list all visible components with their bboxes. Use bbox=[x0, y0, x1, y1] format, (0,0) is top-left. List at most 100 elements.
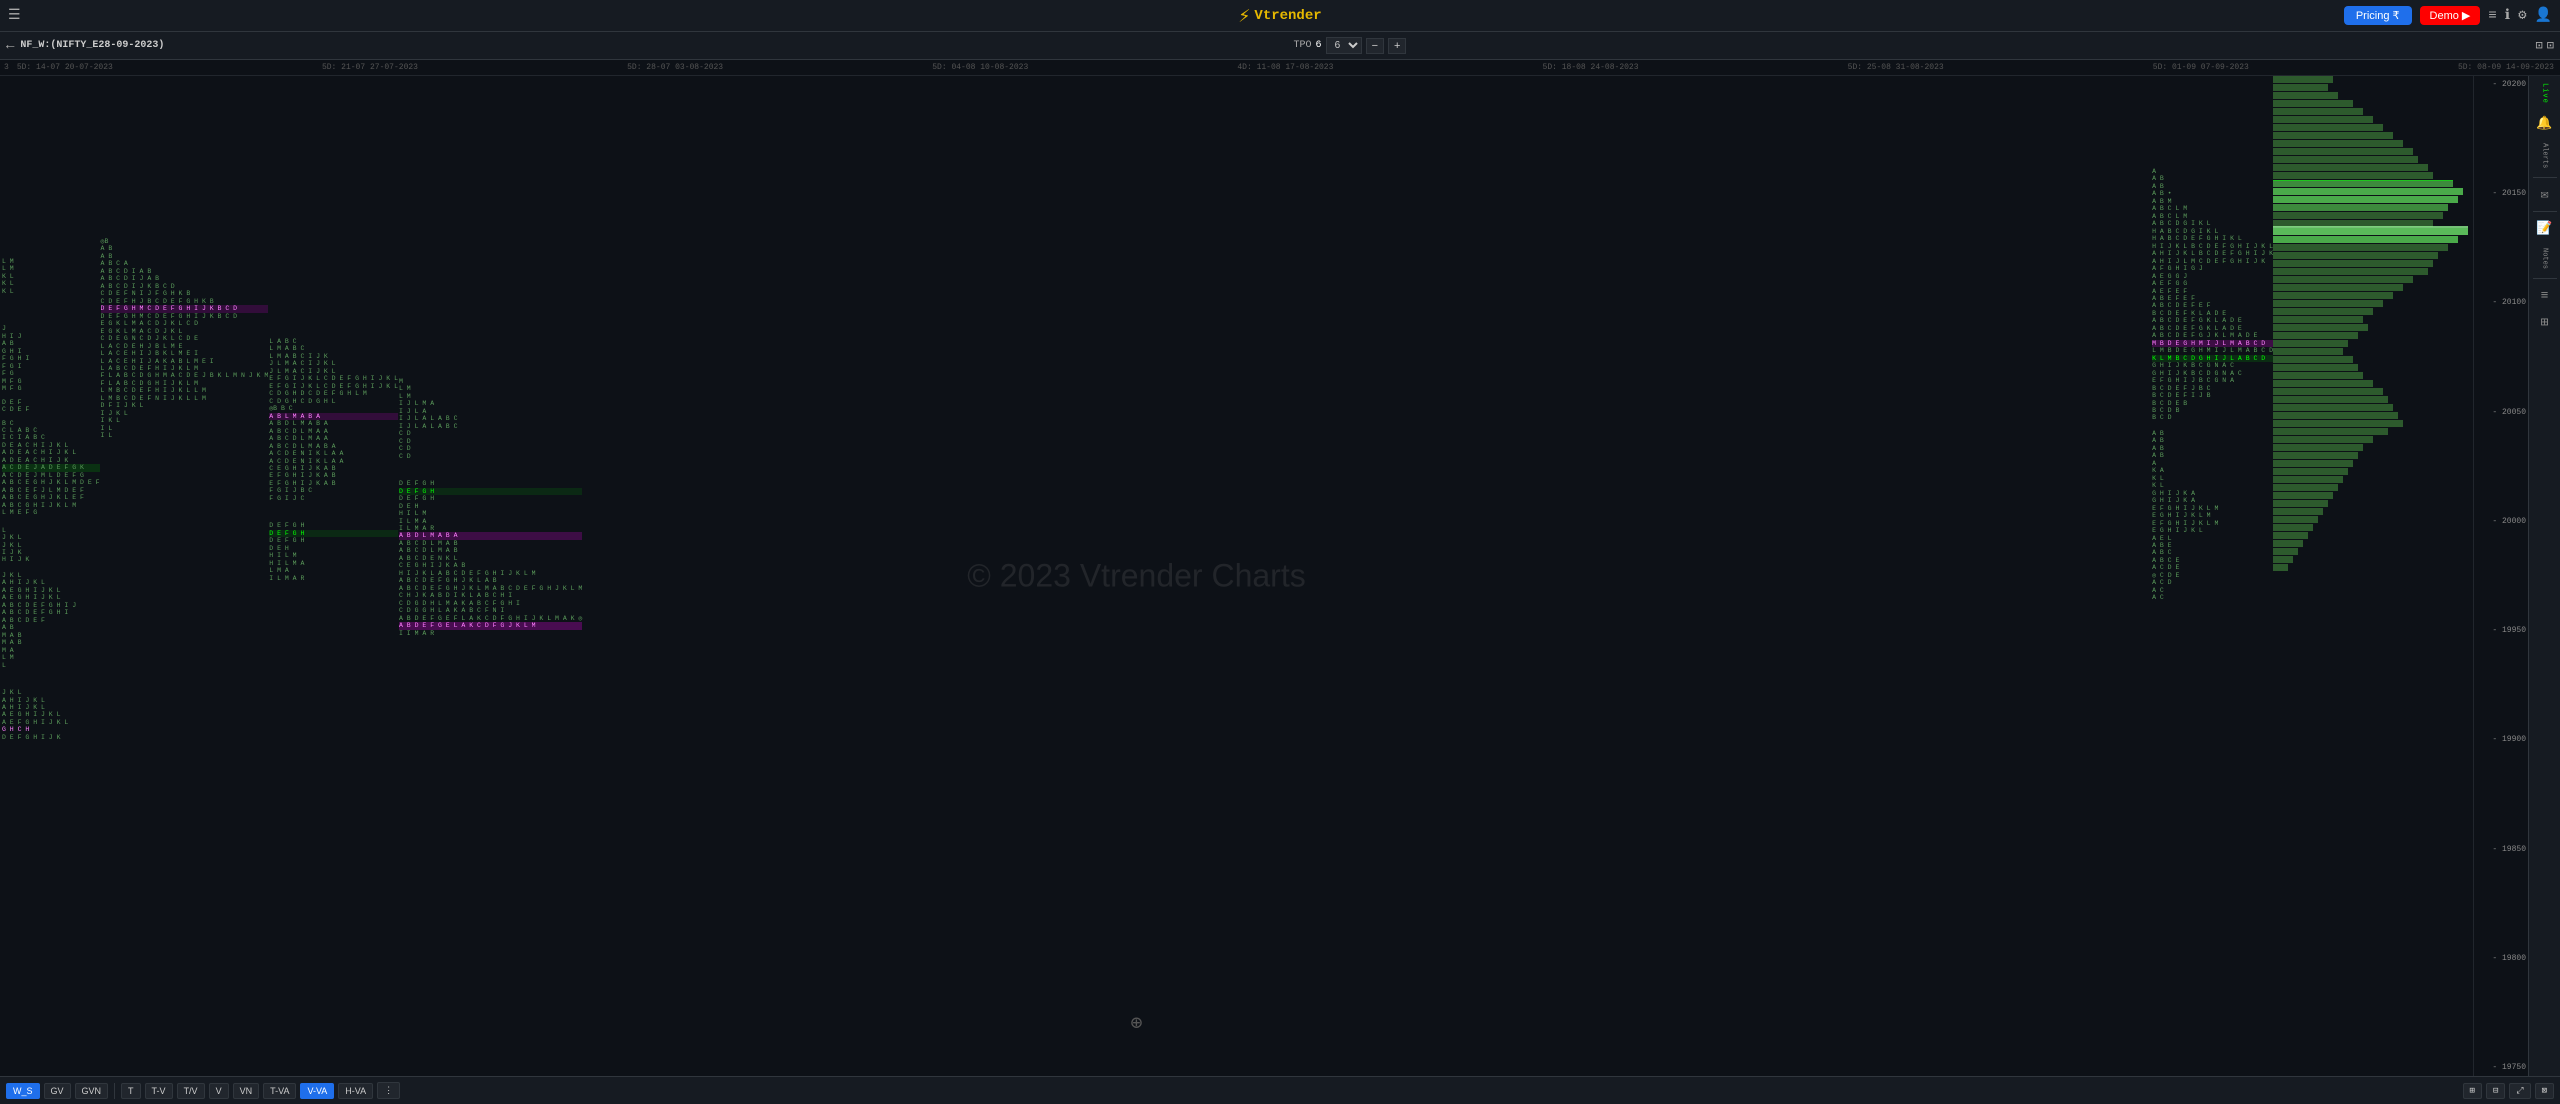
tpo-row: C D E F H J B C D E F G H K B bbox=[101, 298, 269, 305]
tpo-row: D E F G H bbox=[269, 537, 398, 544]
tpo-plus-button[interactable]: + bbox=[1388, 38, 1406, 54]
notes-icon[interactable]: 📝 bbox=[2533, 218, 2555, 239]
tpo-row: C D bbox=[399, 438, 582, 445]
tpo-row: A B C E bbox=[2152, 557, 2273, 564]
tpo-row: E F G H I J K A B bbox=[269, 472, 398, 479]
tpo-row: E F G H I J K L M bbox=[2152, 520, 2273, 527]
tpo-row: H I J bbox=[2, 333, 100, 340]
tpo-row: M A bbox=[2, 647, 100, 654]
email-icon[interactable]: ✉ bbox=[2538, 184, 2552, 205]
chart-canvas[interactable]: © 2023 Vtrender Charts L M L M K L K L K… bbox=[0, 76, 2273, 1076]
tpo-row: C D E F N I J F G H K B bbox=[101, 290, 269, 297]
gv-button[interactable]: GV bbox=[44, 1083, 71, 1099]
vn-button[interactable]: VN bbox=[233, 1083, 260, 1099]
vva-button[interactable]: V-VA bbox=[300, 1083, 334, 1099]
price-level: - 20150 bbox=[2476, 189, 2526, 198]
tpo-row: A H I J K L B C D E F G H I J K bbox=[2152, 250, 2273, 257]
tpo-row: A C D E J M L D E F G bbox=[2, 472, 100, 479]
settings-icon[interactable]: ⚙ bbox=[2518, 7, 2526, 24]
tpo-row: F G I J C bbox=[269, 495, 398, 502]
tpo-row: D E F G H bbox=[269, 522, 398, 529]
logo-text: Vtrender bbox=[1254, 8, 1321, 24]
tpo-row: C D bbox=[399, 430, 582, 437]
tpo-row: A B C E F J L M D E F bbox=[2, 487, 100, 494]
v-button[interactable]: V bbox=[209, 1083, 229, 1099]
tpo-row: A B C D E F bbox=[2, 617, 100, 624]
tv-button[interactable]: T-V bbox=[145, 1083, 173, 1099]
tpo-row: I C I A B C bbox=[2, 434, 100, 441]
gvn-button[interactable]: GVN bbox=[75, 1083, 109, 1099]
tpo-row: D E F G H bbox=[399, 488, 582, 495]
tpo-row: C D bbox=[399, 453, 582, 460]
tpo-col-right: A A B A B A B • A B M A B C L M A B C L … bbox=[2152, 78, 2273, 1074]
tpo-minus-button[interactable]: − bbox=[1366, 38, 1384, 54]
grid-view-icon[interactable]: ⊞ bbox=[2463, 1083, 2482, 1099]
price-level: - 19800 bbox=[2476, 954, 2526, 963]
tpo-row: D E F G H bbox=[399, 480, 582, 487]
fullscreen-icon[interactable]: ⊡ bbox=[2547, 38, 2554, 53]
tpo-row: E G H I J K L bbox=[2152, 527, 2273, 534]
demo-button[interactable]: Demo ▶ bbox=[2420, 6, 2481, 25]
tpo-row: B C D bbox=[2152, 414, 2273, 421]
tva-button[interactable]: T-VA bbox=[263, 1083, 296, 1099]
tpo-row: L A C D E H J B L M E bbox=[101, 343, 269, 350]
tpo-row: A B C D L M A A bbox=[269, 435, 398, 442]
grid-icon[interactable]: ⊞ bbox=[2538, 312, 2552, 333]
tpo-row: L M bbox=[2, 258, 100, 265]
list-view-icon[interactable]: ⊟ bbox=[2486, 1083, 2505, 1099]
tpo-row: B C bbox=[2, 420, 100, 427]
info-icon[interactable]: ℹ bbox=[2505, 7, 2510, 24]
t-div-v-button[interactable]: T/V bbox=[177, 1083, 205, 1099]
tpo-row: C L A B C bbox=[2, 427, 100, 434]
bottom-toolbar: W_S GV GVN T T-V T/V V VN T-VA V-VA H-VA… bbox=[0, 1076, 2560, 1104]
tpo-row: A B C bbox=[2152, 549, 2273, 556]
tpo-row: K L M B C D G H I J L A B C D bbox=[2152, 355, 2273, 362]
tpo-row: C H J K A B D I K L A B C H I bbox=[399, 592, 582, 599]
price-axis: - 20200 - 20150 - 20100 - 20050 - 20000 … bbox=[2473, 76, 2528, 1076]
tpo-row bbox=[2, 669, 100, 689]
tpo-row: K L bbox=[2152, 475, 2273, 482]
chart-symbol: NF_W:(NIFTY_E28-09-2023) bbox=[20, 40, 164, 51]
tpo-row bbox=[399, 460, 582, 480]
expand-icon[interactable]: ⊡ bbox=[2536, 38, 2543, 53]
alerts-icon[interactable]: 🔔 bbox=[2533, 113, 2555, 134]
tpo-row: A B C D L M A A bbox=[269, 428, 398, 435]
tpo-row: H I L M bbox=[269, 552, 398, 559]
logo-v-icon: ⚡ bbox=[1238, 3, 1250, 29]
tpo-row: L M A B C bbox=[269, 345, 398, 352]
tpo-row: A B • bbox=[2152, 190, 2273, 197]
pricing-button[interactable]: Pricing ₹ bbox=[2344, 6, 2412, 25]
list-icon[interactable]: ≡ bbox=[2538, 285, 2552, 306]
tpo-row: K L bbox=[2, 280, 100, 287]
hamburger-menu-icon[interactable]: ☰ bbox=[8, 7, 21, 24]
tpo-row: I L bbox=[101, 432, 269, 439]
menu-icon[interactable]: ≡ bbox=[2488, 8, 2496, 24]
tpo-row: I L bbox=[101, 425, 269, 432]
tpo-col-4: M L M L M I J L M A I J L A I J L A L A … bbox=[399, 78, 582, 1074]
more-button[interactable]: ⋮ bbox=[377, 1082, 400, 1099]
tpo-row: F G I J B C bbox=[269, 487, 398, 494]
tpo-row: H I J K L B C D E F G H I J K L bbox=[2152, 243, 2273, 250]
tpo-row: J K L bbox=[2, 542, 100, 549]
tpo-row: J L M A C I J K L bbox=[269, 360, 398, 367]
t-button[interactable]: T bbox=[121, 1083, 141, 1099]
close-view-icon[interactable]: ⊠ bbox=[2535, 1083, 2554, 1099]
tpo-row: ◎B B C bbox=[269, 405, 398, 412]
tpo-row: A B bbox=[2152, 437, 2273, 444]
tpo-row: F G I bbox=[2, 363, 100, 370]
tpo-row: I J K L bbox=[101, 410, 269, 417]
tpo-row: A B bbox=[101, 245, 269, 252]
tpo-row: M B D E G H M I J L M A B C D bbox=[2152, 340, 2273, 347]
tpo-row: C D G D H L M A K A B C F G H I bbox=[399, 600, 582, 607]
tpo-select[interactable]: 6 bbox=[1326, 37, 1362, 54]
tpo-row: A B C D I J A B bbox=[101, 275, 269, 282]
hva-button[interactable]: H-VA bbox=[338, 1083, 373, 1099]
tpo-row: A B C D E F G K L A D E bbox=[2152, 317, 2273, 324]
expand-view-icon[interactable]: ⤢ bbox=[2509, 1083, 2530, 1099]
ws-button[interactable]: W_S bbox=[6, 1083, 40, 1099]
tpo-row: M bbox=[399, 378, 582, 385]
tpo-row: G H I J K A bbox=[2152, 490, 2273, 497]
user-icon[interactable]: 👤 bbox=[2535, 7, 2552, 24]
back-arrow-icon[interactable]: ← bbox=[6, 38, 14, 54]
right-chart-area bbox=[2273, 76, 2473, 1076]
